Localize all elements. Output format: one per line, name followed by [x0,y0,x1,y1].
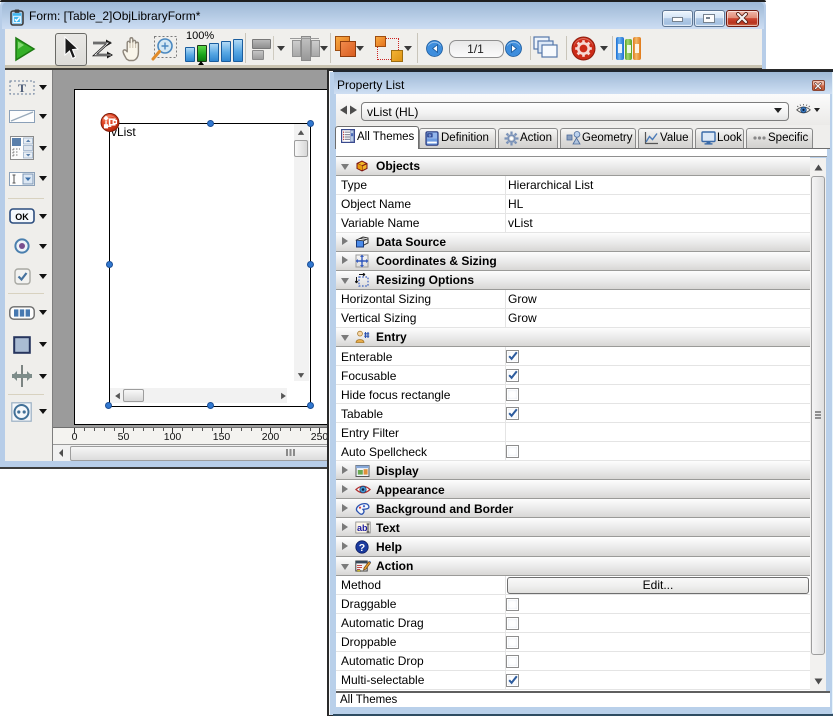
svg-text:?: ? [359,542,365,554]
svg-text:T: T [18,81,26,95]
svg-text:ab: ab [357,523,368,533]
svg-text:o: o [429,133,431,137]
svg-text:OK: OK [15,212,29,222]
